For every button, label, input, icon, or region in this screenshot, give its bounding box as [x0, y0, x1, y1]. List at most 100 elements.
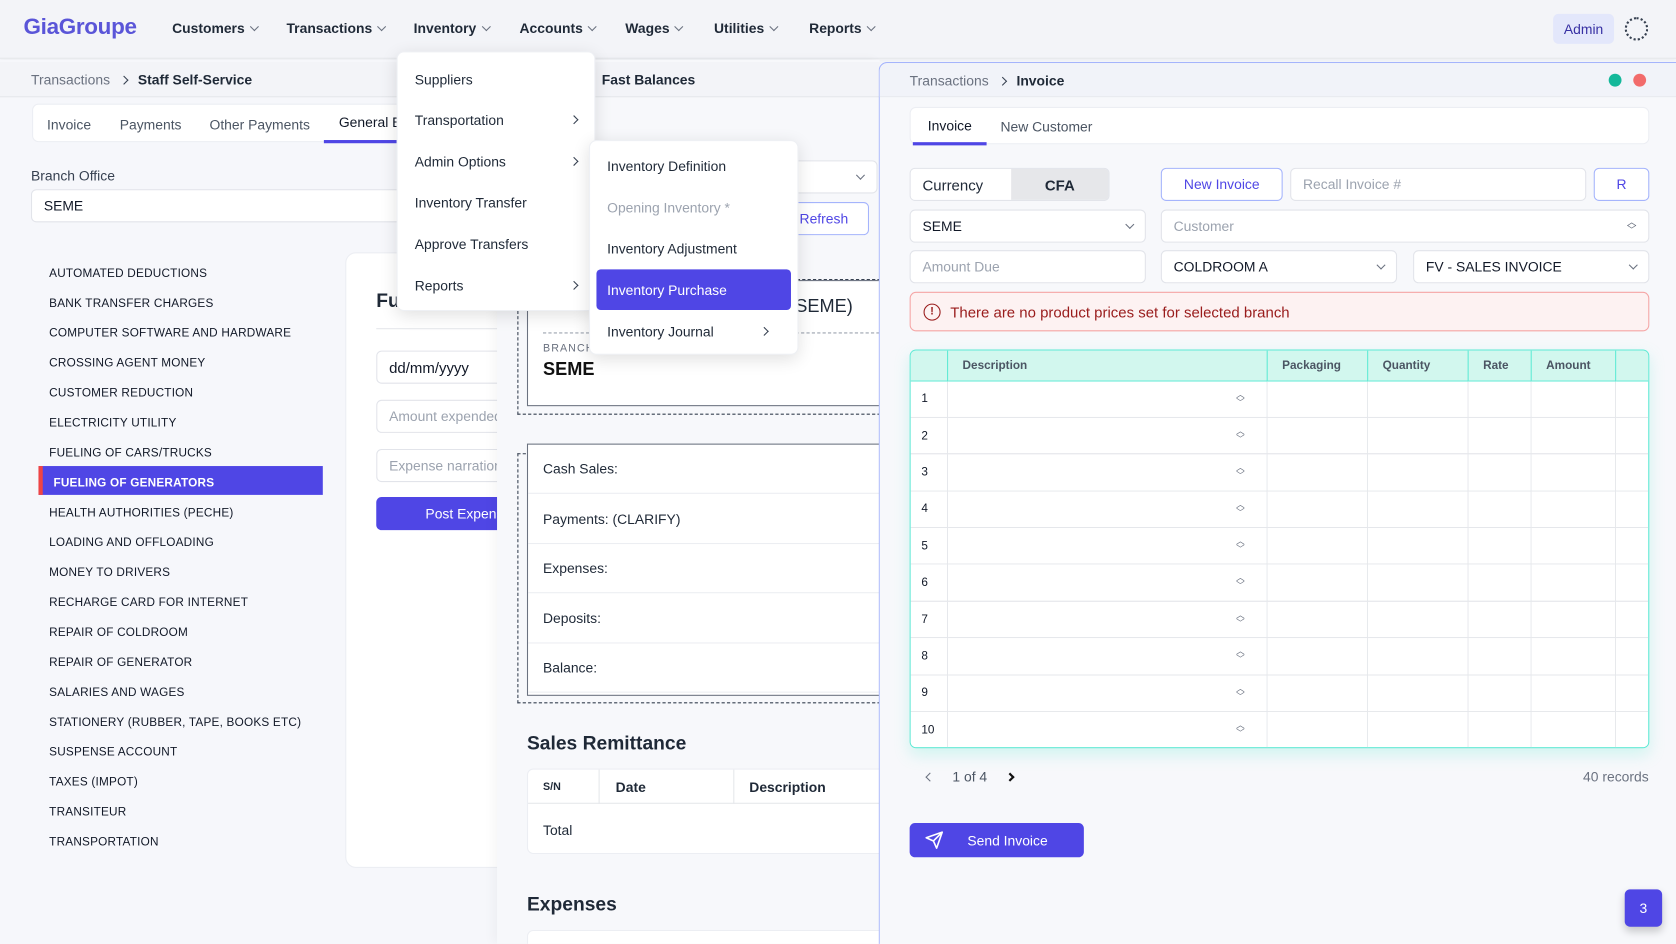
table-cell[interactable] — [1467, 711, 1532, 748]
table-cell[interactable] — [1467, 490, 1532, 529]
table-cell[interactable] — [1266, 380, 1368, 418]
description-cell[interactable]: ︿ ﹀ — [947, 601, 1268, 639]
category-item[interactable]: MONEY TO DRIVERS — [49, 567, 170, 580]
description-cell[interactable]: ︿ ﹀ — [947, 637, 1268, 676]
table-cell[interactable] — [1615, 637, 1649, 676]
send-invoice-button[interactable]: Send Invoice — [909, 823, 1084, 858]
table-cell[interactable] — [1467, 380, 1532, 418]
category-item[interactable]: TRANSPORTATION — [49, 836, 158, 849]
table-cell[interactable] — [1266, 564, 1368, 602]
table-cell[interactable] — [1467, 417, 1532, 455]
table-cell[interactable] — [1530, 454, 1616, 492]
table-cell[interactable] — [1367, 601, 1469, 639]
tab-new-customer[interactable]: New Customer — [1000, 108, 1092, 145]
menu-item-inventory-transfer[interactable]: Inventory Transfer — [415, 191, 577, 212]
tab-payments[interactable]: Payments — [120, 105, 182, 143]
table-cell[interactable] — [1615, 527, 1649, 565]
currency-value[interactable]: CFA — [1011, 168, 1109, 200]
tab-other-payments[interactable]: Other Payments — [210, 105, 310, 143]
category-item[interactable]: HEALTH AUTHORITIES (PECHE) — [49, 507, 233, 520]
category-item[interactable]: SUSPENSE ACCOUNT — [49, 746, 177, 759]
description-cell[interactable]: ︿ ﹀ — [947, 490, 1268, 529]
category-item[interactable]: SALARIES AND WAGES — [49, 686, 184, 699]
table-cell[interactable] — [1530, 564, 1616, 602]
branch-office-input[interactable]: SEME — [30, 189, 459, 223]
category-item[interactable]: AUTOMATED DEDUCTIONS — [49, 267, 207, 280]
description-cell[interactable]: ︿ ﹀ — [947, 674, 1268, 712]
table-cell[interactable] — [1615, 674, 1649, 712]
table-cell[interactable] — [1615, 454, 1649, 492]
category-item[interactable]: FUELING OF CARS/TRUCKS — [49, 447, 212, 460]
maximize-dot-button[interactable] — [1608, 73, 1622, 87]
store-select[interactable]: COLDROOM A — [1160, 250, 1398, 284]
category-item[interactable]: CROSSING AGENT MONEY — [49, 357, 205, 370]
table-cell[interactable] — [1367, 380, 1469, 418]
next-page-button[interactable] — [1005, 772, 1015, 782]
table-cell[interactable] — [1615, 601, 1649, 639]
table-cell[interactable] — [1530, 490, 1616, 529]
category-item[interactable]: TRANSITEUR — [49, 806, 126, 819]
table-cell[interactable] — [1266, 601, 1368, 639]
category-item[interactable]: BANK TRANSFER CHARGES — [49, 297, 213, 310]
description-cell[interactable]: ︿ ﹀ — [947, 564, 1268, 602]
tab-invoice[interactable]: Invoice — [47, 105, 91, 143]
table-cell[interactable] — [1530, 674, 1616, 712]
nav-utilities[interactable]: Utilities — [714, 20, 779, 36]
menu-item-inventory-purchase[interactable]: Inventory Purchase — [596, 269, 791, 310]
description-cell[interactable]: ︿ ﹀ — [947, 380, 1268, 418]
floating-count-button[interactable]: 3 — [1624, 889, 1663, 927]
menu-item-transportation[interactable]: Transportation — [415, 109, 579, 130]
nav-transactions[interactable]: Transactions — [286, 20, 387, 36]
category-item[interactable]: TAXES (IMPOT) — [49, 776, 138, 789]
tab-invoice[interactable]: Invoice — [912, 108, 987, 146]
category-item[interactable]: REPAIR OF GENERATOR — [49, 656, 192, 669]
table-cell[interactable] — [1266, 674, 1368, 712]
category-item[interactable]: REPAIR OF COLDROOM — [49, 626, 188, 639]
table-cell[interactable] — [1367, 490, 1469, 529]
table-cell[interactable] — [1615, 564, 1649, 602]
nav-accounts[interactable]: Accounts — [519, 20, 597, 36]
table-cell[interactable] — [1615, 380, 1649, 418]
table-cell[interactable] — [1530, 380, 1616, 418]
branch-select[interactable]: SEME — [909, 209, 1146, 243]
description-cell[interactable]: ︿ ﹀ — [947, 454, 1268, 492]
prev-page-button[interactable] — [925, 772, 935, 782]
table-cell[interactable] — [1266, 711, 1368, 748]
table-cell[interactable] — [1266, 527, 1368, 565]
table-cell[interactable] — [1530, 417, 1616, 455]
table-cell[interactable] — [1530, 601, 1616, 639]
table-cell[interactable] — [1467, 454, 1532, 492]
menu-item-inventory-adjustment[interactable]: Inventory Adjustment — [607, 237, 780, 258]
table-cell[interactable] — [1266, 454, 1368, 492]
nav-customers[interactable]: Customers — [172, 20, 259, 36]
category-item[interactable]: RECHARGE CARD FOR INTERNET — [49, 596, 248, 609]
table-cell[interactable] — [1266, 637, 1368, 676]
nav-inventory[interactable]: Inventory — [414, 20, 491, 36]
amount-due-input[interactable]: Amount Due — [909, 250, 1146, 284]
description-cell[interactable]: ︿ ﹀ — [947, 711, 1268, 748]
category-item[interactable]: COMPUTER SOFTWARE AND HARDWARE — [49, 327, 291, 340]
nav-wages[interactable]: Wages — [625, 20, 684, 36]
table-cell[interactable] — [1530, 637, 1616, 676]
breadcrumb-link[interactable]: Transactions — [910, 73, 989, 89]
recall-invoice-input[interactable]: Recall Invoice # — [1290, 167, 1587, 201]
category-item[interactable]: LOADING AND OFFLOADING — [49, 537, 214, 550]
invoice-type-select[interactable]: FV - SALES INVOICE — [1413, 250, 1650, 284]
category-item[interactable]: CUSTOMER REDUCTION — [49, 387, 193, 400]
breadcrumb-link[interactable]: Transactions — [31, 72, 110, 88]
table-cell[interactable] — [1615, 417, 1649, 455]
table-cell[interactable] — [1467, 637, 1532, 676]
admin-button[interactable]: Admin — [1553, 13, 1615, 44]
category-item[interactable]: STATIONERY (RUBBER, TAPE, BOOKS ETC) — [49, 716, 301, 729]
table-cell[interactable] — [1367, 637, 1469, 676]
customer-select[interactable]: Customer ︿ ﹀ — [1160, 209, 1650, 243]
table-cell[interactable] — [1615, 711, 1649, 748]
table-cell[interactable] — [1266, 490, 1368, 529]
menu-item-inventory-definition[interactable]: Inventory Definition — [607, 155, 780, 176]
table-cell[interactable] — [1530, 711, 1616, 748]
table-cell[interactable] — [1367, 564, 1469, 602]
table-cell[interactable] — [1467, 674, 1532, 712]
close-dot-button[interactable] — [1633, 73, 1647, 87]
table-cell[interactable] — [1367, 674, 1469, 712]
logo[interactable]: GiaGroupe — [24, 15, 137, 41]
